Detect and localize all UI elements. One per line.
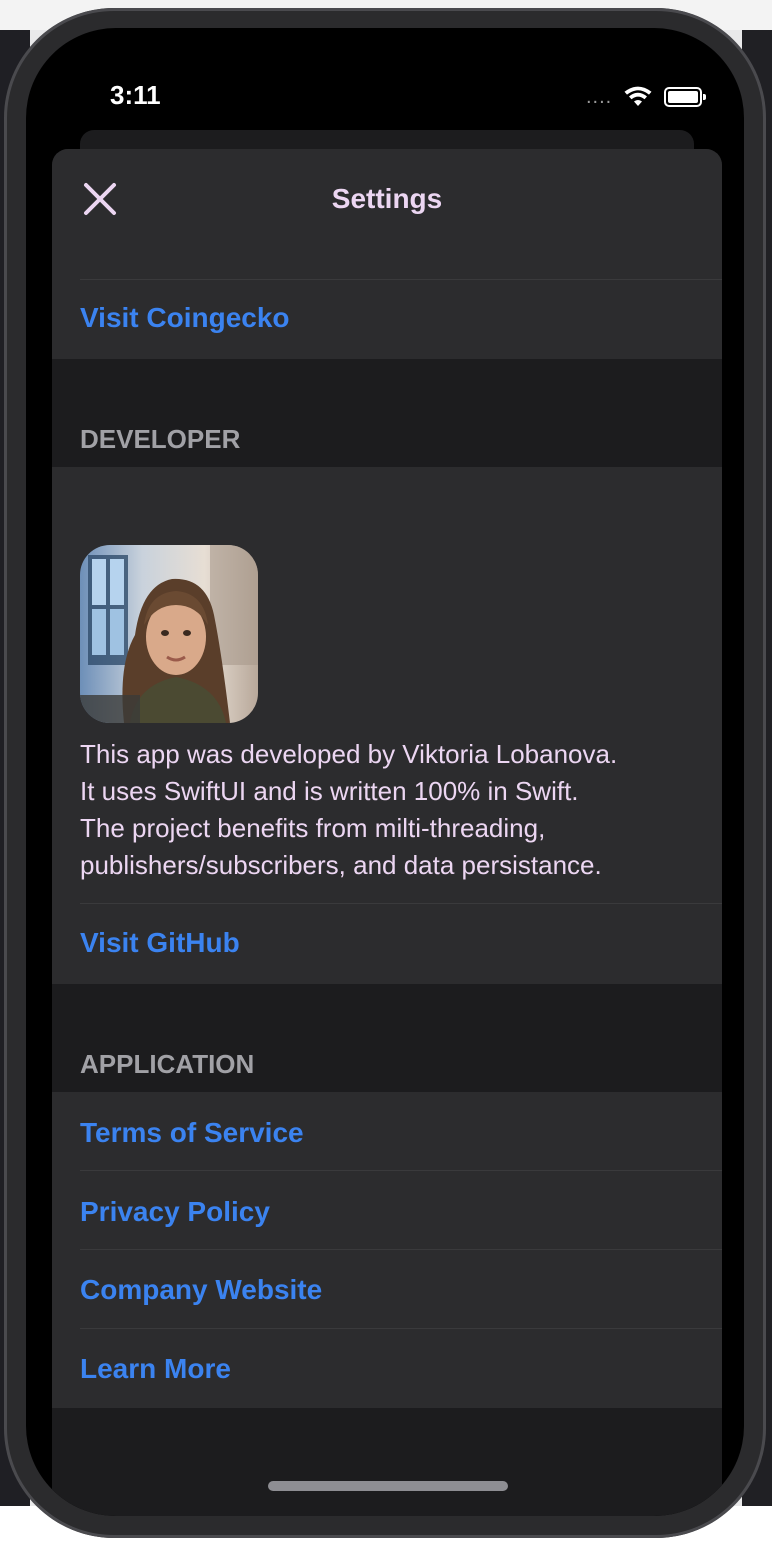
divider: [80, 903, 722, 904]
divider: [80, 279, 722, 280]
navigation-bar: Settings: [52, 149, 722, 250]
device-frame: 3:11 .... Settings Visit Coingecko DEVEL…: [4, 8, 766, 1538]
page-title: Settings: [331, 183, 443, 214]
wifi-icon: [624, 86, 652, 106]
coingecko-section: Visit Coingecko: [52, 249, 722, 359]
divider: [80, 1170, 722, 1171]
visit-github-link[interactable]: Visit GitHub: [80, 927, 240, 959]
company-website-link[interactable]: Company Website: [80, 1274, 322, 1306]
application-section-header: APPLICATION: [80, 1049, 255, 1079]
visit-coingecko-link[interactable]: Visit Coingecko: [80, 302, 290, 334]
description-line: This app was developed by Viktoria Loban…: [80, 739, 618, 769]
description-line: The project benefits from milti-threadin…: [80, 813, 546, 843]
divider: [80, 1328, 722, 1329]
home-indicator[interactable]: [268, 1481, 508, 1491]
developer-photo: [80, 545, 258, 723]
learn-more-link[interactable]: Learn More: [80, 1353, 231, 1385]
device-screen: 3:11 .... Settings Visit Coingecko DEVEL…: [26, 28, 744, 1516]
description-line: It uses SwiftUI and is written 100% in S…: [80, 776, 579, 806]
developer-description: This app was developed by Viktoria Loban…: [80, 736, 710, 884]
terms-of-service-link[interactable]: Terms of Service: [80, 1117, 304, 1149]
status-bar-icons: ....: [586, 86, 707, 108]
application-section: Terms of Service Privacy Policy Company …: [52, 1092, 722, 1408]
description-line: publishers/subscribers, and data persist…: [80, 850, 602, 880]
battery-icon: [664, 87, 707, 107]
developer-section-header: DEVELOPER: [80, 424, 241, 454]
signal-icon: ....: [586, 86, 613, 108]
status-time: 3:11: [110, 80, 161, 110]
privacy-policy-link[interactable]: Privacy Policy: [80, 1196, 270, 1228]
divider: [80, 1249, 722, 1250]
settings-sheet: Settings Visit Coingecko DEVELOPER Visit…: [52, 149, 722, 1516]
